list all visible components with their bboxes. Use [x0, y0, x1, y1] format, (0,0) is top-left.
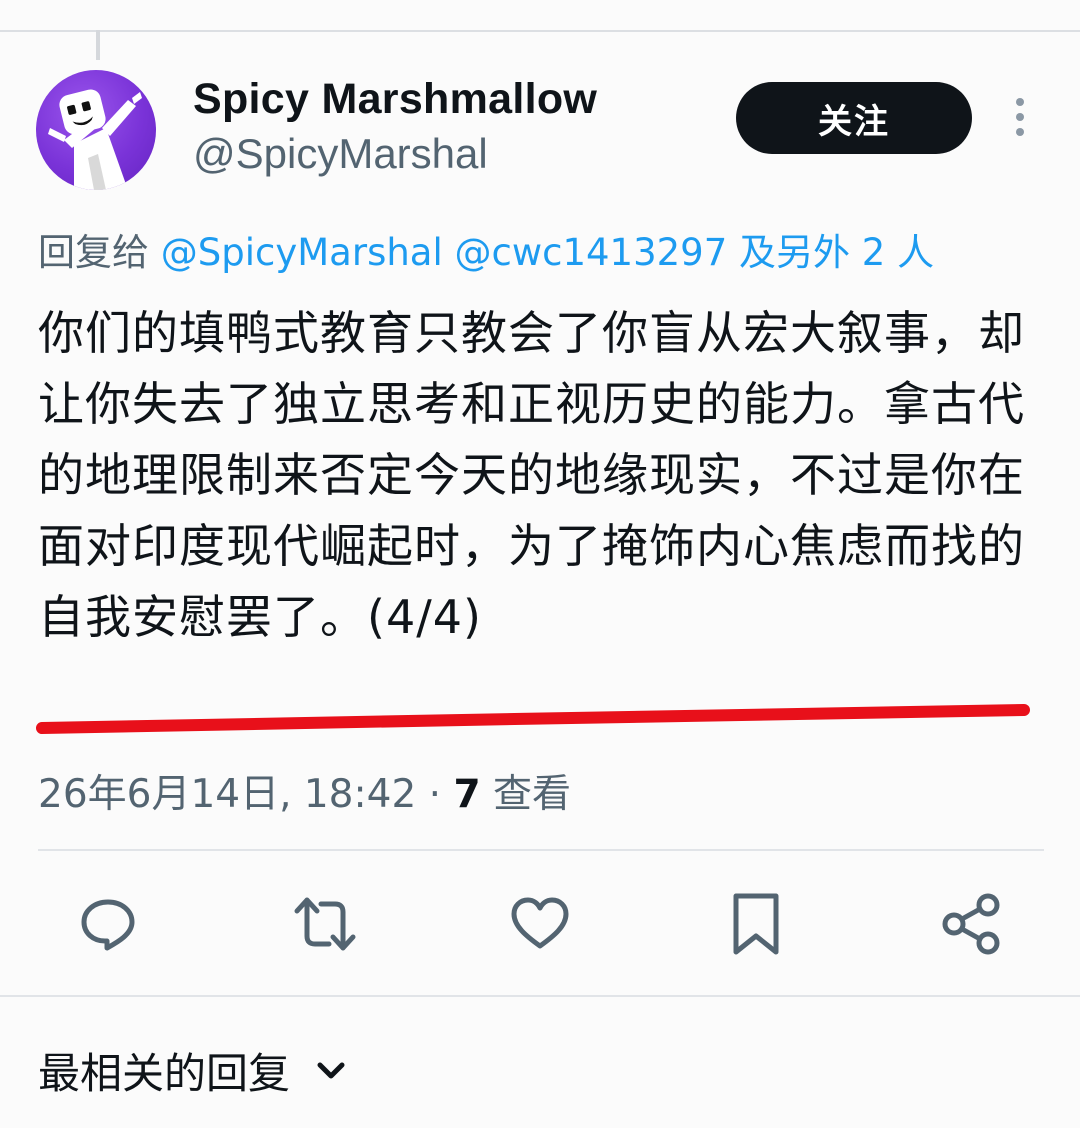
more-options-icon[interactable] [1008, 96, 1032, 140]
tweet-text: 你们的填鸭式教育只教会了你盲从宏大叙事，却让你失去了独立思考和正视历史的能力。拿… [38, 306, 1025, 644]
divider [0, 995, 1080, 997]
reply-others-link[interactable]: 及另外 2 人 [739, 231, 934, 274]
author-handle[interactable]: @SpicyMarshal [193, 130, 488, 178]
tweet-detail-page: Spicy Marshmallow @SpicyMarshal 关注 回复给 @… [0, 0, 1080, 1128]
share-icon [942, 893, 1000, 955]
bookmark-icon [733, 893, 779, 955]
like-button[interactable] [508, 892, 572, 956]
share-button[interactable] [940, 892, 1004, 956]
reply-prefix: 回复给 [38, 231, 149, 274]
tweet-meta: 26年6月14日, 18:42 · 7 查看 [38, 763, 571, 819]
tweet-timestamp[interactable]: 26年6月14日, 18:42 · [38, 772, 441, 817]
avatar[interactable] [36, 70, 156, 190]
retweet-button[interactable] [293, 892, 357, 956]
divider [38, 849, 1044, 851]
reply-icon [81, 899, 135, 951]
top-border [0, 30, 1080, 32]
replies-sort-dropdown[interactable]: 最相关的回复 [38, 1040, 346, 1101]
retweet-icon [294, 897, 356, 951]
views-count: 7 [453, 772, 481, 817]
author-display-name[interactable]: Spicy Marshmallow [193, 75, 597, 124]
heart-icon [511, 897, 569, 949]
mention-link[interactable]: @cwc1413297 [455, 231, 728, 274]
thread-connector-line [96, 30, 100, 60]
replies-sort-label: 最相关的回复 [38, 1049, 291, 1098]
views-label: 查看 [493, 772, 572, 817]
mention-link[interactable]: @SpicyMarshal [161, 231, 443, 274]
chevron-down-icon [317, 1062, 345, 1078]
reply-button[interactable] [76, 892, 140, 956]
follow-button[interactable]: 关注 [736, 82, 972, 154]
marshmello-dab-icon [48, 89, 142, 190]
bookmark-button[interactable] [724, 892, 788, 956]
red-underline-annotation [36, 704, 1030, 734]
reply-context: 回复给 @SpicyMarshal @cwc1413297 及另外 2 人 [38, 222, 934, 276]
